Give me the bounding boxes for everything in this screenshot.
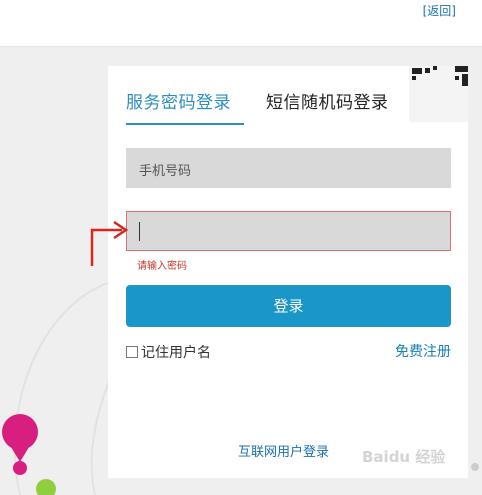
- remember-label: 记住用户名: [141, 345, 211, 361]
- qr-code-icon[interactable]: [409, 66, 468, 122]
- remember-checkbox[interactable]: [126, 346, 138, 358]
- tab-service-password[interactable]: 服务密码登录: [126, 88, 231, 113]
- internet-user-login-link[interactable]: 互联网用户登录: [238, 441, 329, 460]
- top-bar: [返回]: [0, 0, 482, 47]
- password-error-message: 请输入密码: [137, 261, 187, 272]
- login-button[interactable]: 登录: [126, 285, 451, 327]
- phone-number-input[interactable]: 手机号码: [126, 148, 451, 188]
- tab-sms-code[interactable]: 短信随机码登录: [266, 88, 389, 113]
- watermark: Baidu 经验: [362, 448, 446, 466]
- register-link[interactable]: 免费注册: [395, 341, 451, 361]
- text-caret: [139, 222, 140, 241]
- remember-username[interactable]: 记住用户名: [126, 342, 211, 362]
- annotation-arrow-icon: [90, 220, 129, 266]
- active-tab-underline: [126, 123, 244, 125]
- phone-number-placeholder: 手机号码: [139, 164, 192, 179]
- login-panel: 服务密码登录 短信随机码登录 手机号码 请输入密码 登录 记住用户名 免费注册 …: [108, 66, 468, 478]
- back-link[interactable]: [返回]: [423, 2, 456, 19]
- password-input[interactable]: [126, 211, 451, 251]
